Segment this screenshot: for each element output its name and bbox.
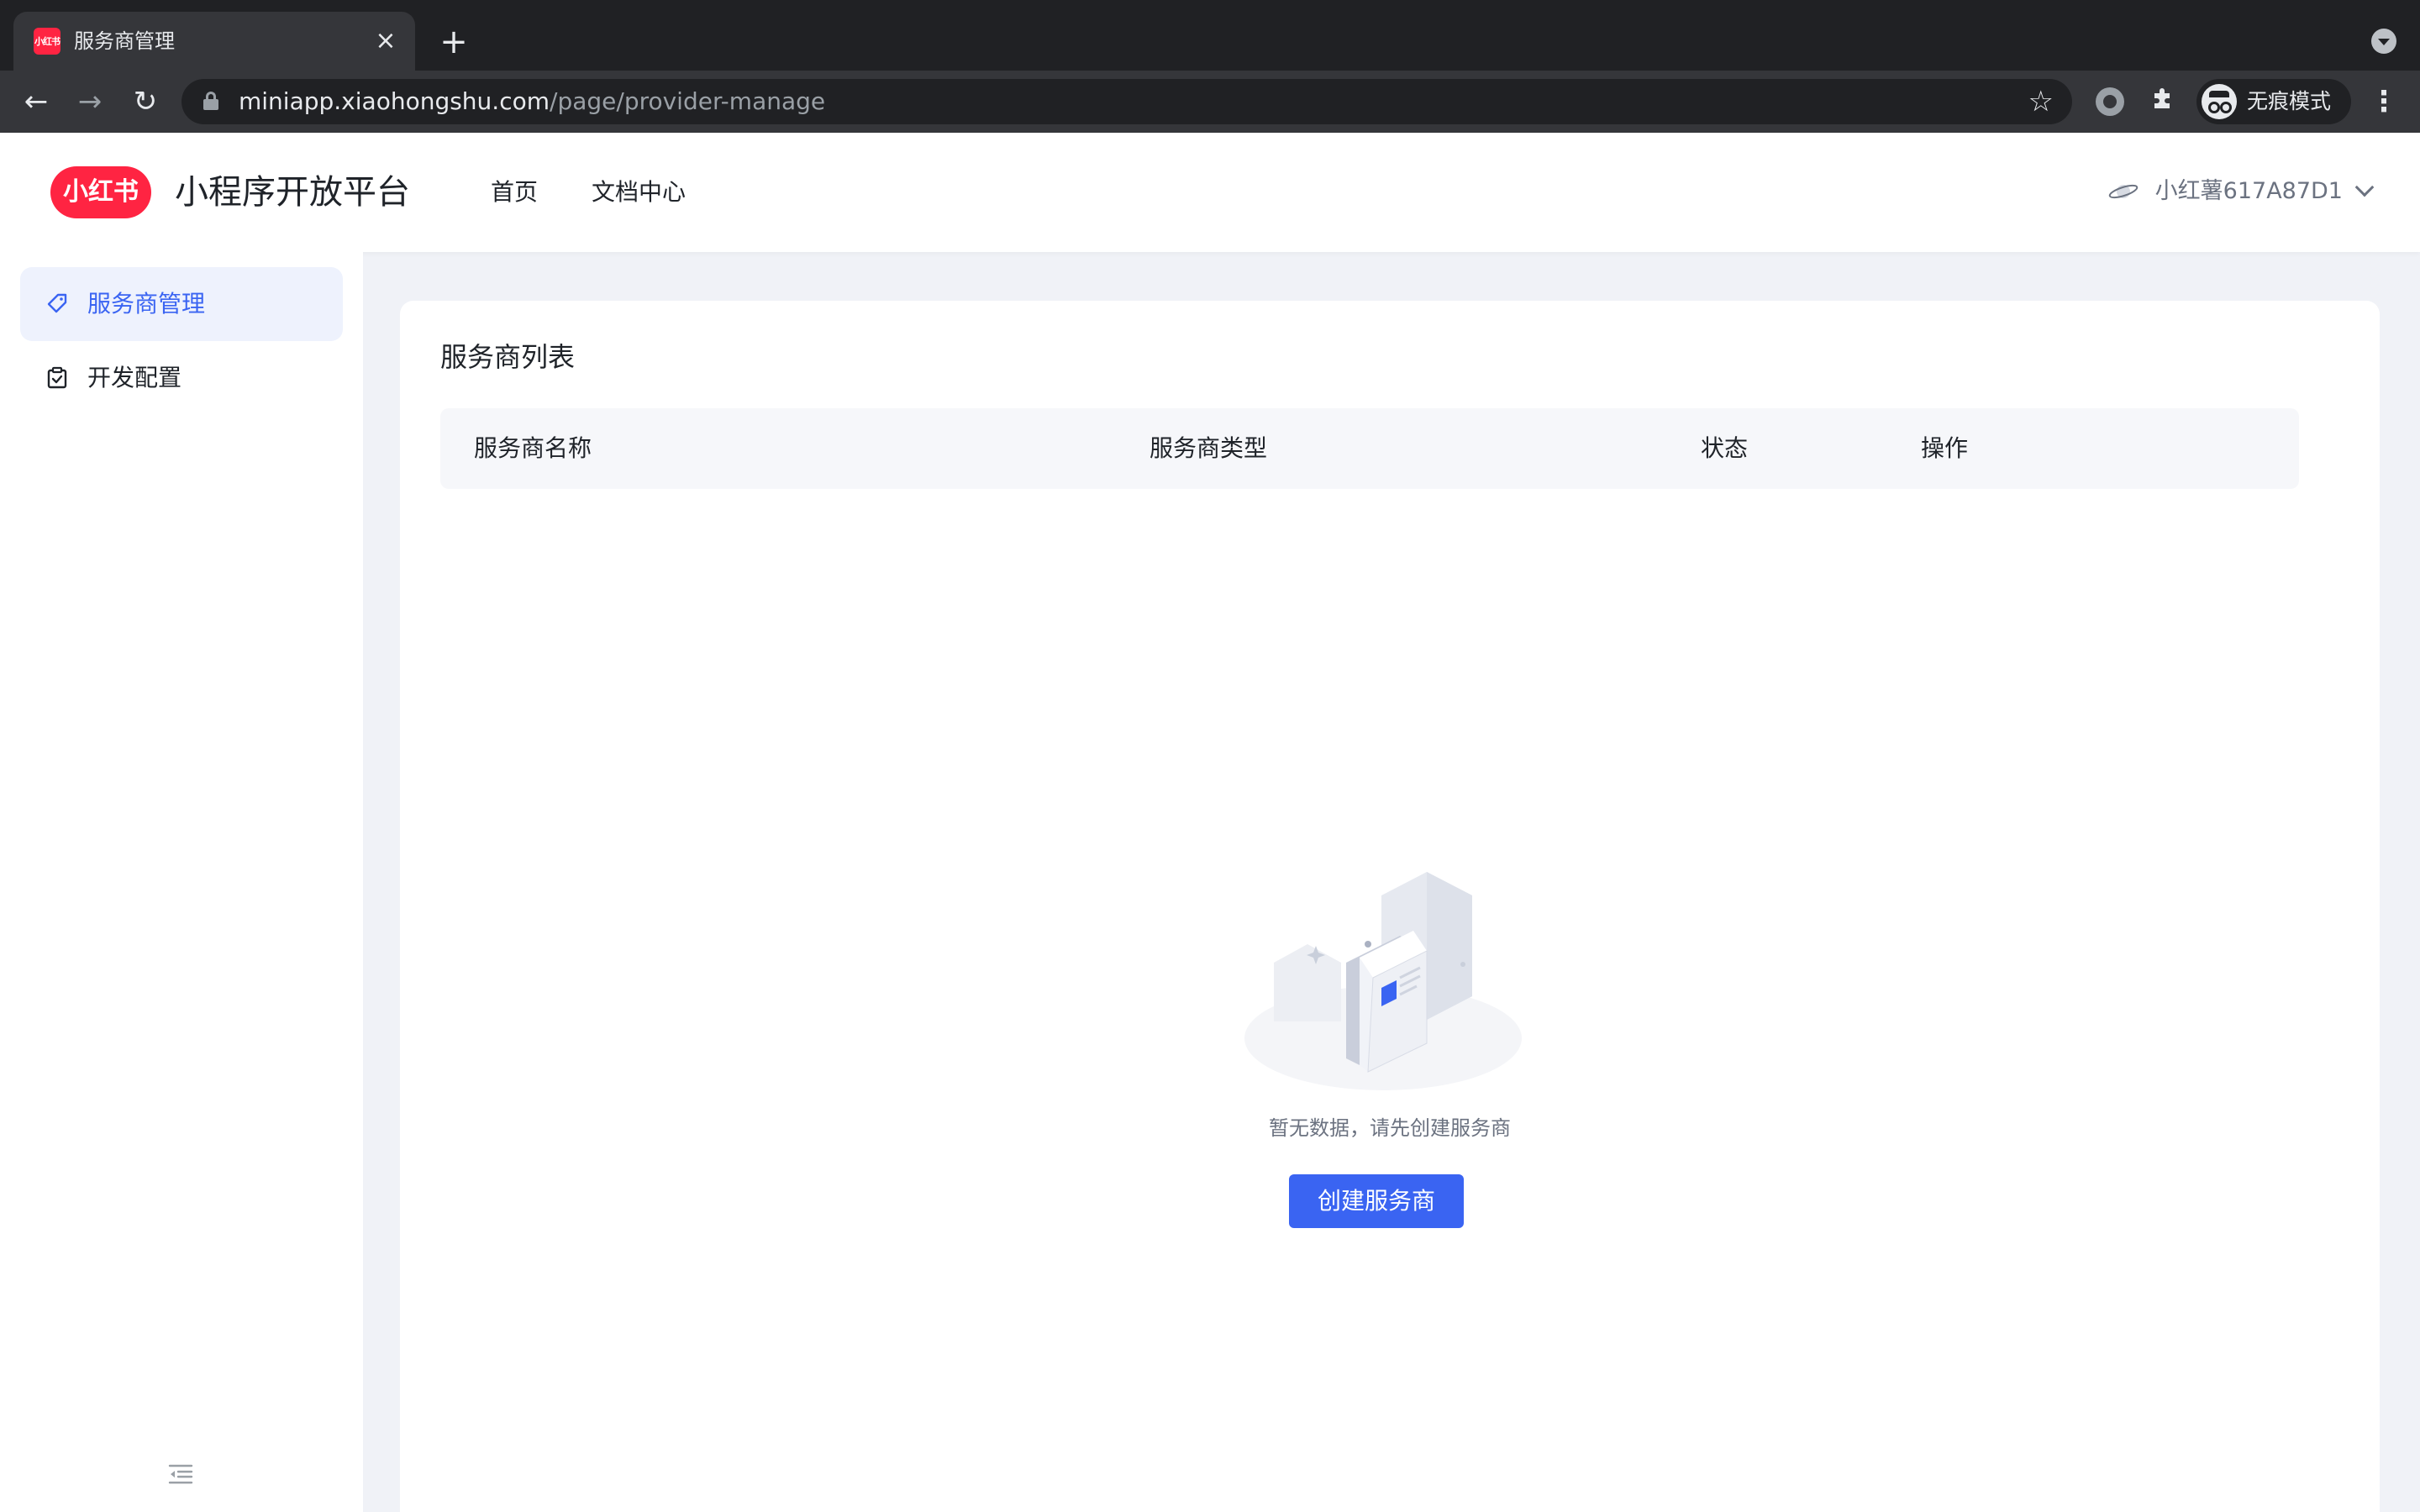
sidebar: 服务商管理 开发配置 — [0, 252, 363, 1512]
column-header-type: 服务商类型 — [1150, 434, 1268, 462]
collapse-sidebar-icon[interactable] — [166, 1462, 195, 1487]
bookmark-star-icon[interactable]: ☆ — [2028, 86, 2054, 118]
planet-avatar-icon — [2108, 184, 2138, 199]
back-icon[interactable]: ← — [17, 82, 55, 121]
browser-toolbar: ← → ↻ miniapp.xiaohongshu.com/page/provi… — [0, 71, 2420, 133]
reload-icon[interactable]: ↻ — [126, 82, 165, 121]
empty-state-illustration — [1244, 872, 1522, 1090]
tag-icon — [47, 293, 67, 313]
empty-state-text: 暂无数据，请先创建服务商 — [1269, 1116, 1511, 1140]
tab-title: 服务商管理 — [74, 29, 175, 53]
chevron-down-icon — [2354, 177, 2375, 197]
browser-tab[interactable]: 小红书 服务商管理 × — [13, 12, 415, 71]
forward-icon[interactable]: → — [71, 82, 109, 121]
tab-close-icon[interactable]: × — [371, 27, 400, 55]
app-header: 小红书 小程序开放平台 首页 文档中心 小红薯617A87D1 — [0, 133, 2420, 252]
tab-search-icon[interactable] — [2371, 29, 2396, 54]
user-menu[interactable]: 小红薯617A87D1 — [2107, 175, 2375, 208]
sidebar-item-provider-manage[interactable]: 服务商管理 — [20, 267, 343, 341]
incognito-icon — [2202, 84, 2237, 119]
url-host: miniapp.xiaohongshu.com — [239, 87, 550, 115]
column-header-action: 操作 — [1921, 434, 1969, 462]
nav-docs[interactable]: 文档中心 — [592, 176, 686, 208]
new-tab-icon[interactable]: + — [437, 25, 471, 59]
platform-title: 小程序开放平台 — [175, 173, 410, 212]
sidebar-item-label: 开发配置 — [87, 364, 182, 391]
browser-tabstrip: 小红书 服务商管理 × + — [0, 0, 2420, 71]
create-provider-button[interactable]: 创建服务商 — [1289, 1174, 1464, 1228]
nav-home[interactable]: 首页 — [491, 176, 538, 208]
card-title: 服务商列表 — [440, 341, 576, 373]
column-header-name: 服务商名称 — [474, 434, 592, 462]
user-name: 小红薯617A87D1 — [2154, 178, 2343, 204]
incognito-indicator[interactable]: 无痕模式 — [2196, 79, 2351, 124]
sidebar-item-label: 服务商管理 — [87, 290, 206, 318]
incognito-label: 无痕模式 — [2247, 89, 2332, 113]
tab-favicon-icon: 小红书 — [34, 28, 60, 55]
address-bar[interactable]: miniapp.xiaohongshu.com/page/provider-ma… — [182, 79, 2072, 124]
browser-menu-icon[interactable]: ⋮ — [2370, 82, 2398, 121]
column-header-status: 状态 — [1701, 434, 1749, 462]
record-extension-icon[interactable] — [2096, 87, 2124, 116]
provider-list-card: 服务商列表 服务商名称 服务商类型 状态 操作 暂无数据，请先创建服务商 创建服… — [400, 301, 2380, 1512]
xiaohongshu-logo[interactable]: 小红书 — [50, 166, 151, 218]
sidebar-item-dev-config[interactable]: 开发配置 — [20, 341, 343, 415]
url-text[interactable]: miniapp.xiaohongshu.com/page/provider-ma… — [239, 87, 825, 117]
clipboard-check-icon — [47, 366, 67, 389]
extensions-puzzle-icon[interactable] — [2147, 86, 2179, 118]
table-header: 服务商名称 服务商类型 状态 操作 — [440, 408, 2299, 489]
lock-icon[interactable] — [203, 92, 218, 110]
url-path: /page/provider-manage — [550, 87, 826, 115]
